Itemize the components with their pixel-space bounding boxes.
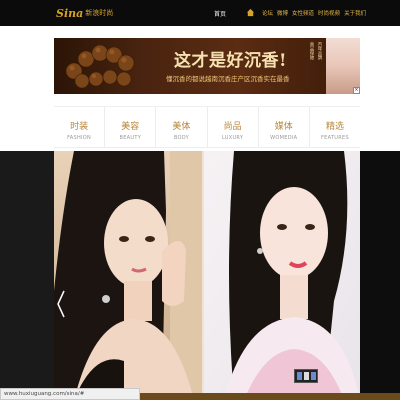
status-url: www.huxiuguang.com/sina/# [4, 391, 85, 397]
category-sublabel: LUXURY [221, 135, 244, 141]
ad-subline: 懂沉香的都说越南沉香庄产区沉香实在最香 [166, 75, 290, 83]
category-label: 尚品 [223, 122, 242, 132]
slideshow-side-left [0, 151, 54, 400]
category-label: 精选 [325, 122, 344, 132]
nav-link-weibo[interactable]: 微博 [277, 9, 288, 17]
home-icon[interactable] [246, 8, 255, 17]
category-luxury[interactable]: 尚品 LUXURY [206, 107, 258, 147]
category-womedia[interactable]: 媒体 WOMEDIA [257, 107, 309, 147]
category-label: 美容 [121, 122, 140, 132]
hero-slide-image[interactable] [54, 151, 360, 400]
bottom-strip [140, 393, 400, 400]
category-fashion[interactable]: 时装 FASHION [54, 107, 104, 147]
category-sublabel: WOMEDIA [270, 135, 298, 141]
nav-home-link[interactable]: 首页 [214, 9, 226, 18]
ad-side-column: 百年品牌 [317, 42, 322, 60]
ad-side-column: 真品保障 [309, 42, 314, 60]
category-features[interactable]: 精选 FEATURES [308, 107, 360, 147]
hero-slideshow [0, 151, 400, 400]
top-nav-links: 论坛 微博 女性频道 时尚视频 关于我们 [262, 9, 366, 17]
thumb-item[interactable] [303, 372, 309, 380]
category-label: 美体 [172, 122, 191, 132]
ad-headline: 这才是好沉香! [174, 51, 287, 71]
banner-ad[interactable]: 这才是好沉香! 懂沉香的都说越南沉香庄产区沉香实在最香 顶级原料 百年品牌 真品… [54, 38, 360, 94]
slideshow-side-right [360, 151, 400, 400]
category-sublabel: BEAUTY [119, 135, 142, 141]
chevron-left-icon[interactable] [56, 289, 66, 319]
category-sublabel: FASHION [67, 135, 92, 141]
nav-link-women[interactable]: 女性频道 [292, 9, 314, 17]
ad-close-button[interactable]: × [353, 87, 360, 94]
category-sublabel: FEATURES [320, 135, 349, 141]
nav-link-about[interactable]: 关于我们 [344, 9, 366, 17]
category-sublabel: BODY [173, 135, 189, 141]
top-bar: Sina 新浪时尚 首页 论坛 微博 女性频道 时尚视频 关于我们 [0, 0, 400, 26]
browser-status-bar: www.huxiuguang.com/sina/# [0, 388, 140, 400]
thumb-item[interactable] [310, 372, 316, 380]
site-logo[interactable]: Sina 新浪时尚 [56, 5, 113, 21]
nav-link-video[interactable]: 时尚视频 [318, 9, 340, 17]
category-label: 时装 [70, 122, 89, 132]
logo-text: 新浪时尚 [85, 9, 114, 17]
category-label: 媒体 [274, 122, 293, 132]
category-beauty[interactable]: 美容 BEAUTY [104, 107, 155, 147]
thumb-item[interactable] [296, 372, 302, 380]
category-nav: 时装 FASHION 美容 BEAUTY 美体 BODY 尚品 LUXURY 媒… [54, 106, 360, 148]
logo-mark: Sina [56, 6, 84, 20]
slideshow-thumb-nav[interactable] [294, 369, 318, 383]
ad-model-image [326, 38, 360, 94]
category-body[interactable]: 美体 BODY [155, 107, 206, 147]
nav-link-forum[interactable]: 论坛 [262, 9, 273, 17]
bead-bracelet-image [65, 44, 135, 89]
